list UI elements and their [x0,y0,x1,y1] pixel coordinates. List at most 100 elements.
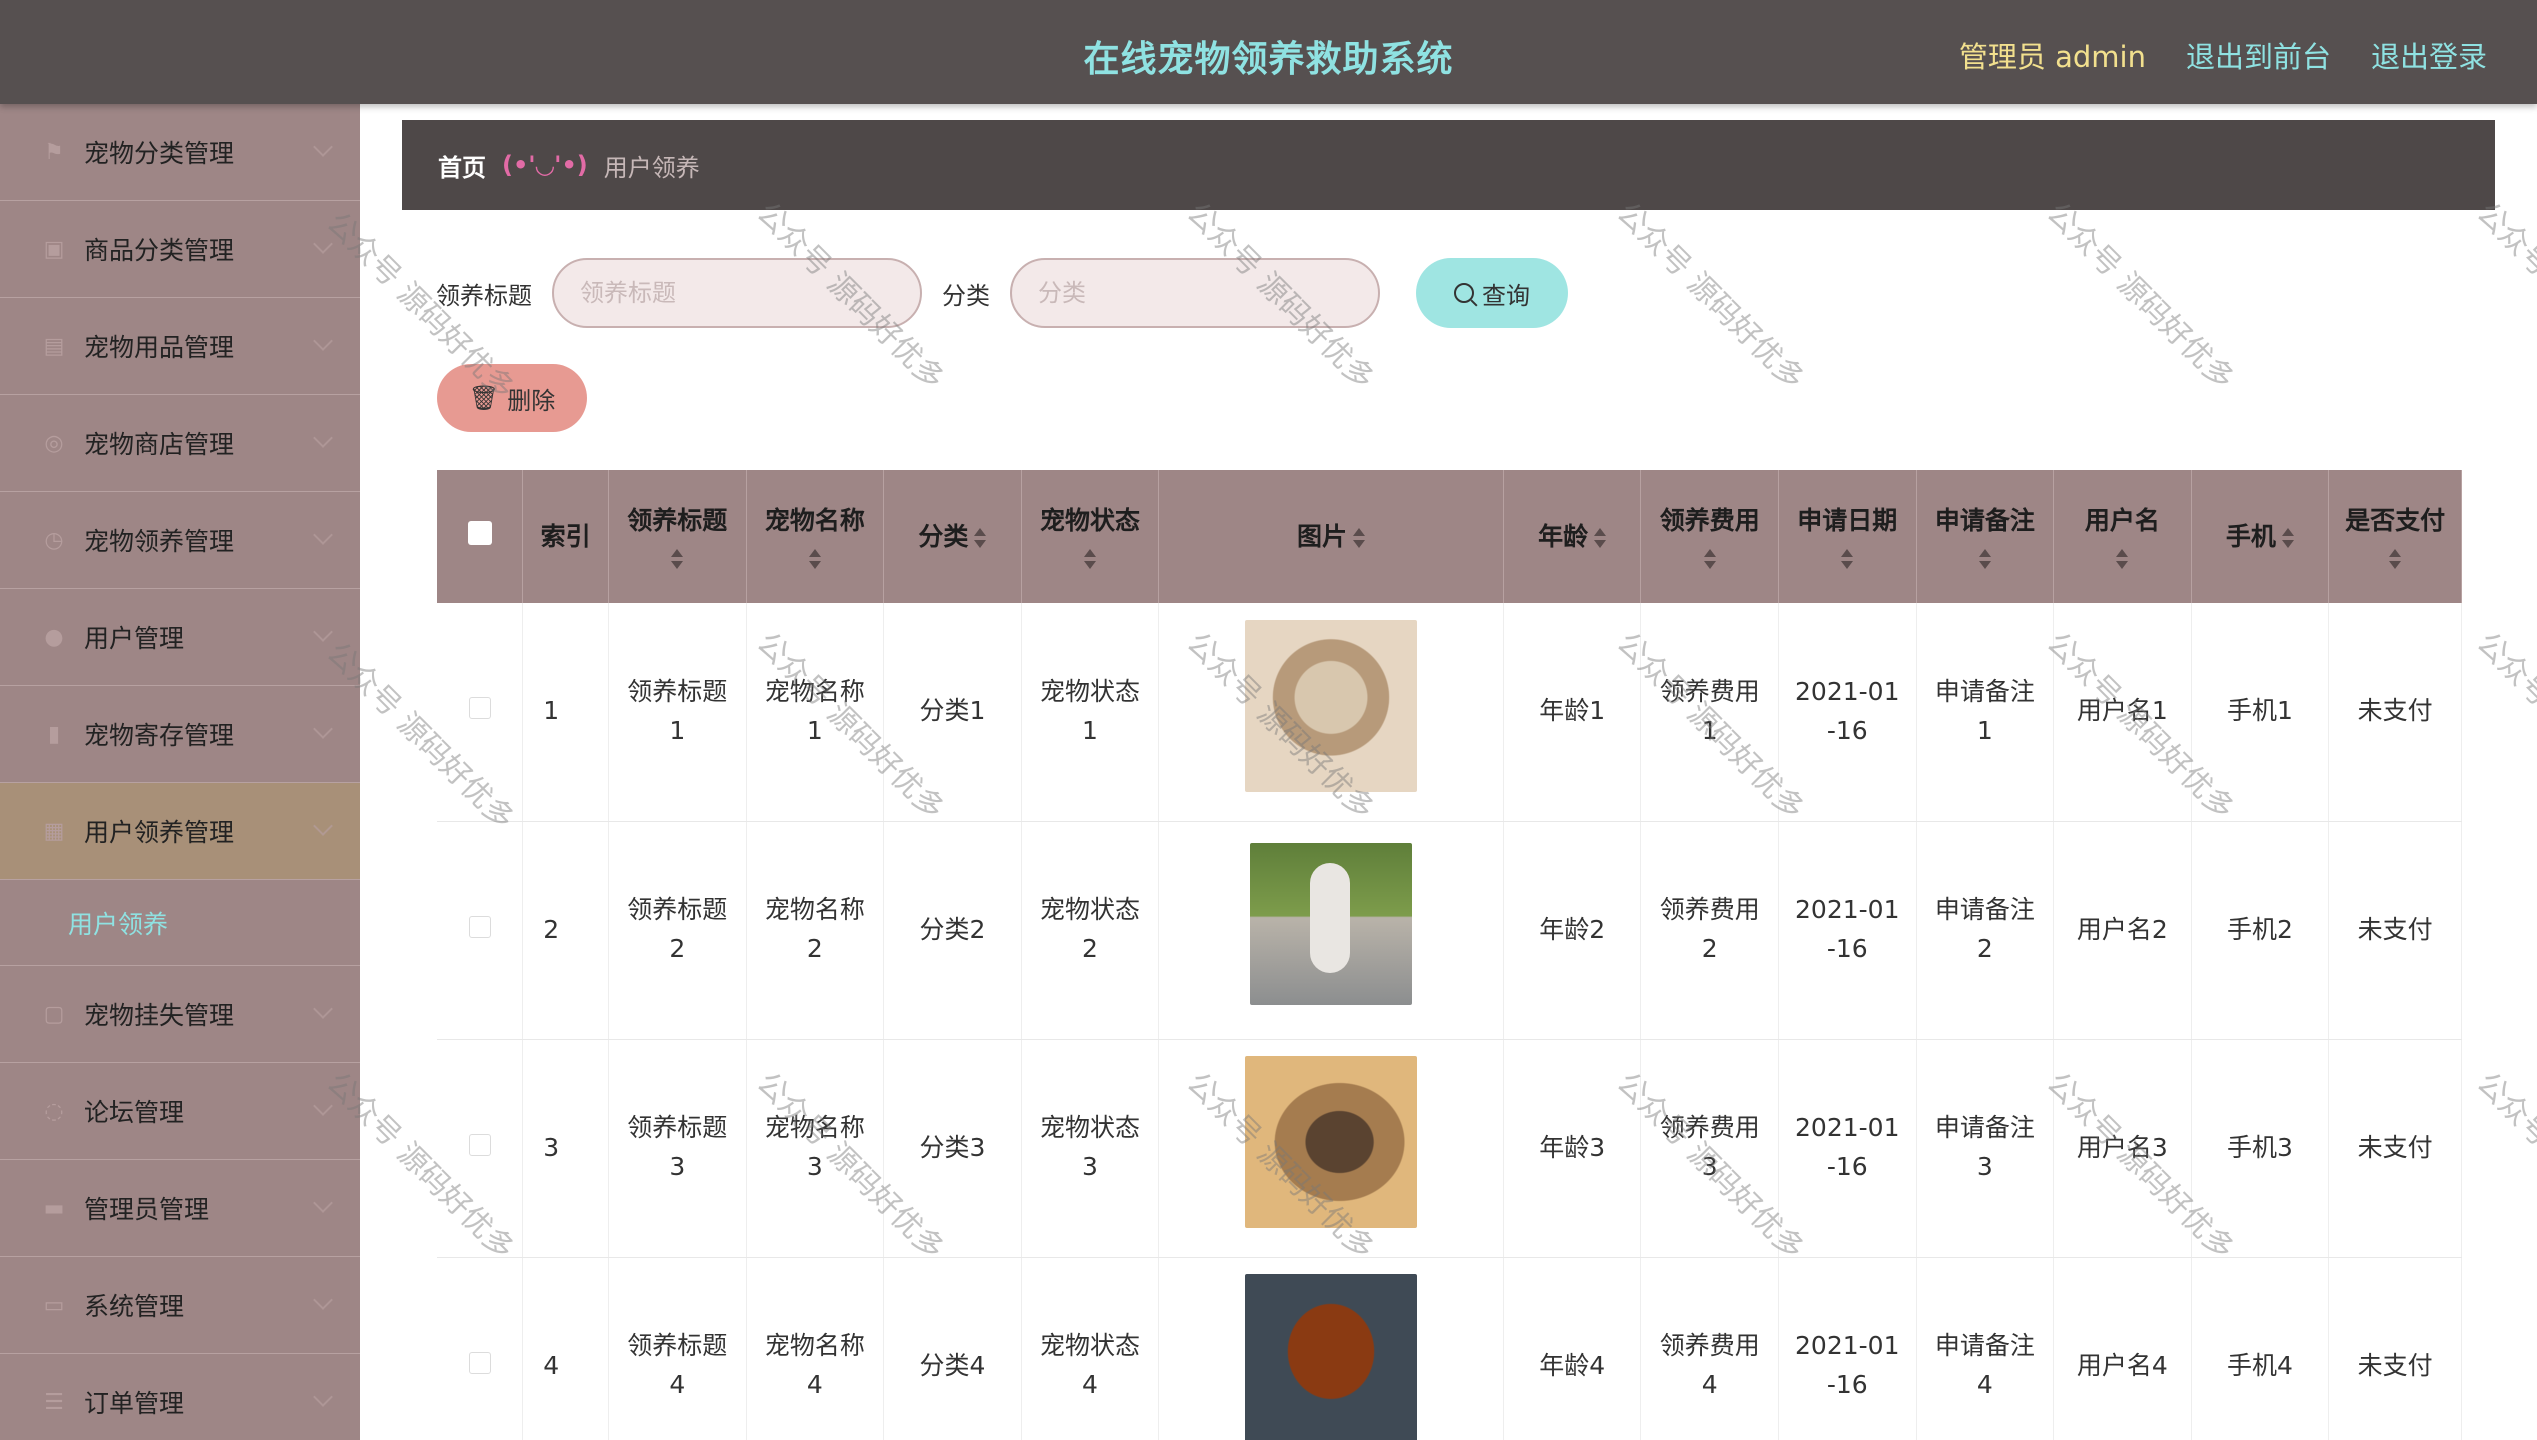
category-search-input[interactable] [1010,258,1380,328]
title-search-input[interactable] [552,258,922,328]
select-all-cell[interactable] [437,470,524,603]
pet-image[interactable] [1245,1274,1418,1440]
column-title-text: 手机 [2225,522,2276,551]
row-select-cell[interactable] [437,1039,524,1258]
bar-chart-icon: ▮ [47,721,61,747]
sidebar-item-system[interactable]: ▭ 系统管理 [0,1257,360,1354]
sort-icon[interactable] [974,527,987,549]
table-row[interactable]: 2 领养标题 2 宠物名称 2 分类2 宠物状态 2 年龄2 领养费用 2 20… [437,821,2462,1040]
column-header-fee[interactable]: 领养费用 [1640,470,1779,603]
row-select-cell[interactable] [437,821,524,1040]
cell-username: 用户名3 [2053,1039,2192,1258]
sort-icon[interactable] [1083,548,1096,570]
sidebar-item-users[interactable]: ● 用户管理 [0,589,360,686]
top-right-links: 管理员 admin 退出到前台 退出登录 [1959,34,2487,76]
category-label: 分类 [942,281,990,310]
row-checkbox[interactable] [468,697,491,720]
sidebar-item-pet-adoption[interactable]: ◷ 宠物领养管理 [0,492,360,589]
cell-category: 分类1 [883,603,1022,822]
table-row[interactable]: 1 领养标题 1 宠物名称 1 分类1 宠物状态 1 年龄1 领养费用 1 20… [437,603,2462,822]
sort-icon[interactable] [808,548,821,570]
breadcrumb-home[interactable]: 首页 [438,148,486,183]
pet-image[interactable] [1245,619,1418,792]
sort-icon[interactable] [1703,548,1716,570]
cell-date: 2021-01 -16 [1778,1039,1917,1258]
monitor-icon: ▬ [43,1195,65,1221]
sidebar-item-pet-shop[interactable]: ◎ 宠物商店管理 [0,395,360,492]
search-form: 领养标题 分类 查询 [436,258,1568,328]
cell-phone: 手机4 [2191,1257,2330,1440]
sidebar-item-label: 宠物商店管理 [84,430,235,459]
cell-age: 年龄3 [1503,1039,1642,1258]
cell-date: 2021-01 -16 [1778,821,1917,1040]
flag-icon: ⚑ [44,139,64,165]
column-title-text: 图片 [1297,522,1348,551]
row-checkbox[interactable] [468,1351,491,1374]
top-bar: 在线宠物领养救助系统 管理员 admin 退出到前台 退出登录 [0,0,2537,104]
table-row[interactable]: 4 领养标题 4 宠物名称 4 分类4 宠物状态 4 年龄4 领养费用 4 20… [437,1257,2462,1440]
table-row[interactable]: 3 领养标题 3 宠物名称 3 分类3 宠物状态 3 年龄3 领养费用 3 20… [437,1039,2462,1258]
column-header-date[interactable]: 申请日期 [1778,470,1917,603]
delete-button[interactable]: 🗑 删除 [437,364,587,432]
column-header-status[interactable]: 宠物状态 [1021,470,1160,603]
row-checkbox[interactable] [468,1133,491,1156]
sidebar-item-user-adoption[interactable]: ▦ 用户领养管理 [0,783,360,880]
sort-icon[interactable] [2116,548,2129,570]
sidebar-item-forum[interactable]: ◌ 论坛管理 [0,1063,360,1160]
exit-to-front-link[interactable]: 退出到前台 [2186,34,2331,76]
cell-status: 宠物状态 2 [1021,821,1160,1040]
sidebar-item-pet-lost[interactable]: ▢ 宠物挂失管理 [0,966,360,1063]
sort-icon[interactable] [2389,548,2402,570]
column-header-age[interactable]: 年龄 [1503,470,1642,603]
sidebar-item-pet-boarding[interactable]: ▮ 宠物寄存管理 [0,686,360,783]
cell-index: 3 [522,1039,610,1258]
grid-icon: ▦ [43,818,65,844]
breadcrumb: 首页 (•'◡'•) 用户领养 [402,120,2495,210]
sidebar-item-pet-category[interactable]: ⚑ 宠物分类管理 [0,104,360,201]
query-button[interactable]: 查询 [1416,258,1568,328]
column-header-username[interactable]: 用户名 [2053,470,2192,603]
select-all-checkbox[interactable] [467,521,492,545]
row-select-cell[interactable] [437,1257,524,1440]
row-select-cell[interactable] [437,603,524,822]
sidebar-item-label: 宠物挂失管理 [84,1001,235,1030]
list-icon: ☰ [44,1389,64,1415]
sidebar-item-label: 系统管理 [84,1292,185,1321]
adoption-table: 索引 领养标题 宠物名称 分类 宠物状态 图片 年龄 领养费用 申请日期 申请备… [437,470,2462,1440]
pet-image[interactable] [1250,843,1413,1006]
cell-age: 年龄2 [1503,821,1642,1040]
query-button-label: 查询 [1482,282,1530,310]
sidebar-item-orders[interactable]: ☰ 订单管理 [0,1354,360,1440]
sidebar-item-admins[interactable]: ▬ 管理员管理 [0,1160,360,1257]
sort-icon[interactable] [2281,527,2294,549]
comment-icon: ◌ [44,1098,64,1124]
cell-title: 领养标题 4 [608,1257,747,1440]
sort-icon[interactable] [1978,548,1991,570]
column-header-title[interactable]: 领养标题 [608,470,747,603]
sort-icon[interactable] [1841,548,1854,570]
submenu-item-user-adoption[interactable]: 用户领养 [0,880,360,966]
row-checkbox[interactable] [468,915,491,938]
column-title-text: 宠物状态 [1039,506,1140,535]
column-header-paid[interactable]: 是否支付 [2328,470,2462,603]
sidebar-item-pet-supplies[interactable]: ▤ 宠物用品管理 [0,298,360,395]
sort-icon[interactable] [671,548,684,570]
chevron-down-icon [313,622,333,642]
column-header-pet-name[interactable]: 宠物名称 [746,470,885,603]
column-header-image[interactable]: 图片 [1158,470,1504,603]
column-header-remark[interactable]: 申请备注 [1916,470,2055,603]
column-header-phone[interactable]: 手机 [2191,470,2330,603]
column-header-category[interactable]: 分类 [883,470,1022,603]
logout-link[interactable]: 退出登录 [2371,34,2487,76]
briefcase-icon: ▣ [43,236,65,262]
sort-icon[interactable] [1594,527,1607,549]
cell-remark: 申请备注 4 [1916,1257,2055,1440]
pet-image[interactable] [1245,1056,1418,1229]
cell-status: 宠物状态 3 [1021,1039,1160,1258]
cell-paid: 未支付 [2328,603,2462,822]
chevron-down-icon [313,331,333,351]
sidebar-item-goods-category[interactable]: ▣ 商品分类管理 [0,201,360,298]
column-title-text: 分类 [918,522,969,551]
chevron-down-icon [313,1096,333,1116]
sort-icon[interactable] [1353,527,1366,549]
